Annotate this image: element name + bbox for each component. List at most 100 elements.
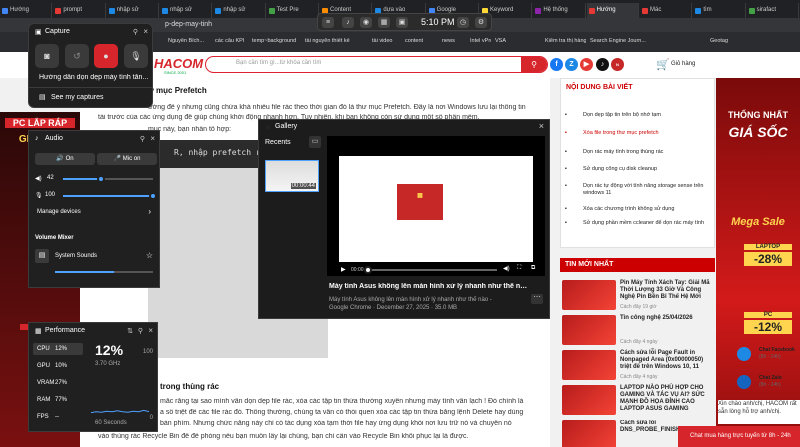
news-item[interactable]: Tin công nghệ 25/04/2026 Cách đây 4 ngày [562, 315, 714, 349]
chat-facebook-button[interactable]: Chat Facebook (8h - 24h) [733, 345, 795, 365]
browser-tab[interactable]: tìm [693, 3, 746, 18]
search-button[interactable]: ⚲ [521, 57, 547, 72]
timer-icon[interactable]: ◷ [457, 17, 469, 28]
pin-icon[interactable]: ⚲ [138, 327, 143, 335]
site-search[interactable]: Bạn cần tìm gì...từ khóa cần tìm ⚲ [205, 56, 548, 73]
perf-metric-vram[interactable]: VRAM 27% [33, 377, 83, 389]
browser-tab[interactable]: sirafact [747, 3, 799, 18]
system-sounds-slider[interactable] [55, 271, 153, 273]
star-icon[interactable]: ☆ [146, 251, 153, 260]
news-thumbnail[interactable] [562, 315, 616, 345]
close-icon[interactable]: × [539, 121, 544, 131]
youtube-icon[interactable]: ▶ [580, 58, 593, 71]
pin-icon[interactable]: ⚲ [140, 135, 145, 143]
toc-item[interactable]: ▪ Xóa file trong thư mục prefetch [565, 130, 709, 137]
browser-tab[interactable]: Test Pre [267, 3, 319, 18]
perf-metric-ram[interactable]: RAM 77% [33, 394, 83, 406]
audio-widget-icon[interactable]: ♪ [342, 17, 354, 28]
news-item[interactable]: LAPTOP NÀO PHÙ HỢP CHO GAMING VÀ TÁC VỤ … [562, 385, 714, 419]
microphone-button[interactable]: 🎙 [124, 44, 148, 68]
widget-menu-icon[interactable]: ≡ [322, 17, 334, 28]
news-title[interactable]: Cách sửa lỗi Page Fault in Nonpaged Area… [620, 350, 714, 371]
volume-slider-knob[interactable] [96, 175, 105, 183]
chevron-right-icon[interactable]: › [148, 207, 151, 216]
close-icon[interactable]: × [143, 27, 148, 36]
bookmark-item[interactable]: Geotag [710, 38, 728, 44]
volume-slider[interactable] [63, 175, 153, 183]
bookmark-item[interactable]: Intel vPro | Logapad... [470, 38, 491, 44]
close-icon[interactable]: × [148, 326, 153, 335]
toc-item[interactable]: ▪ Sử dụng phần mềm ccleaner để dọn rác má… [565, 220, 709, 227]
perf-metric-fps[interactable]: FPS -- [33, 411, 83, 423]
facebook-icon[interactable]: f [550, 58, 563, 71]
url-text[interactable]: p-dep-may-tinh [165, 20, 325, 30]
mic-volume-slider[interactable] [63, 192, 157, 200]
news-item[interactable]: Pin Máy Tính Xách Tay: Giải Mã Thời Lượn… [562, 280, 714, 314]
fullscreen-icon[interactable]: ⛶ [517, 265, 521, 272]
news-title[interactable]: Pin Máy Tính Xách Tay: Giải Mã Thời Lượn… [620, 280, 714, 301]
news-thumbnail[interactable] [562, 385, 616, 415]
cart-label[interactable]: Giỏ hàng [671, 61, 695, 67]
more-options-icon[interactable]: ⋯ [531, 294, 543, 304]
browser-tab[interactable]: Mác [640, 3, 693, 18]
news-title[interactable]: LAPTOP NÀO PHÙ HỢP CHO GAMING VÀ TÁC VỤ … [620, 385, 714, 413]
chat-bar[interactable]: Chat mua hàng trực tuyến từ 8h - 24h [678, 426, 800, 447]
video-seek-bar[interactable] [364, 266, 497, 274]
performance-widget-icon[interactable]: ▦ [378, 17, 390, 28]
settings-icon[interactable]: ⚙ [475, 17, 487, 28]
bookmark-item[interactable]: tài nguyên thiết kế [305, 38, 350, 44]
gallery-widget-icon[interactable]: ▣ [396, 17, 408, 28]
play-icon[interactable]: ▶ [341, 266, 346, 273]
mic-on-button[interactable]: 🎤 Mic on [97, 153, 157, 165]
toc-item[interactable]: ▪ Xóa các chương trình không sử dụng [565, 206, 709, 213]
toc-item[interactable]: ▪ Sử dụng công cụ disk cleanup [565, 166, 709, 173]
manage-devices-link[interactable]: Manage devices [37, 209, 81, 215]
bookmark-item[interactable]: VSA [495, 38, 506, 44]
browser-tab[interactable]: prompt [53, 3, 106, 18]
perf-metric-gpu[interactable]: GPU 10% [33, 360, 83, 372]
folder-icon[interactable]: ▭ [309, 136, 321, 148]
close-icon[interactable]: × [150, 134, 155, 143]
bookmark-item[interactable]: temp~background [252, 38, 296, 44]
see-my-captures-link[interactable]: See my captures [51, 94, 104, 101]
news-icon[interactable]: N [611, 58, 624, 71]
search-input[interactable]: Bạn cần tìm gì...từ khóa cần tìm [236, 60, 321, 66]
tiktok-icon[interactable]: ♪ [596, 58, 609, 71]
news-thumbnail[interactable] [562, 350, 616, 380]
cart-icon[interactable]: 🛒 [656, 58, 670, 71]
zalo-icon[interactable]: Z [565, 58, 578, 71]
pin-icon[interactable]: ⚲ [133, 28, 138, 36]
mic-volume-knob[interactable] [149, 192, 157, 200]
pip-icon[interactable]: ⧉ [531, 265, 535, 272]
record-last-button[interactable]: ↺ [65, 44, 89, 68]
bookmark-item[interactable]: news [442, 38, 455, 44]
browser-tab[interactable]: Hướng [0, 3, 53, 18]
capture-widget-icon[interactable]: ◉ [360, 17, 372, 28]
hacom-logo[interactable]: HACOM SINCE 2001 [150, 55, 203, 75]
options-icon[interactable]: ⇅ [127, 327, 133, 335]
toc-item[interactable]: ▪ Dọn rác máy tính trong thùng rác [565, 149, 709, 156]
browser-tab[interactable]: nhập sử [213, 3, 266, 18]
browser-tab[interactable]: Hệ thống [533, 3, 586, 18]
perf-metric-cpu[interactable]: CPU 12% [33, 343, 83, 355]
seek-knob[interactable] [364, 266, 372, 274]
news-thumbnail[interactable] [562, 280, 616, 310]
record-button[interactable]: ● [94, 44, 118, 68]
chat-zalo-button[interactable]: Chat Zalo (8h - 24h) [733, 373, 782, 393]
screenshot-button[interactable]: ◙ [35, 44, 59, 68]
bookmark-item[interactable]: Nguyễn Bích... [168, 38, 204, 44]
speaker-on-button[interactable]: 🔊 On [35, 153, 95, 165]
browser-tab[interactable]: nhập sử [107, 3, 159, 18]
browser-tab[interactable]: Hướng [586, 3, 639, 18]
bookmark-item[interactable]: Kiểm tra thị hàng t... [545, 38, 586, 44]
video-player[interactable]: ▦ ▶ 00:00 ◀) ⛶ ⧉ [327, 136, 545, 276]
recent-thumbnail[interactable]: 00:00:44 [265, 160, 319, 192]
volume-icon[interactable]: ◀) [503, 265, 510, 272]
news-thumbnail[interactable] [562, 420, 616, 447]
toc-item[interactable]: ▪ Dọn dẹp tập tin trên bộ nhớ tạm [565, 112, 709, 119]
news-item[interactable]: Cách sửa lỗi Page Fault in Nonpaged Area… [562, 350, 714, 384]
browser-tab[interactable]: nhập sử [160, 3, 213, 18]
bookmark-item[interactable]: content [405, 38, 423, 44]
bookmark-item[interactable]: các câu KPI [215, 38, 244, 44]
bookmark-item[interactable]: tài video [372, 38, 393, 44]
